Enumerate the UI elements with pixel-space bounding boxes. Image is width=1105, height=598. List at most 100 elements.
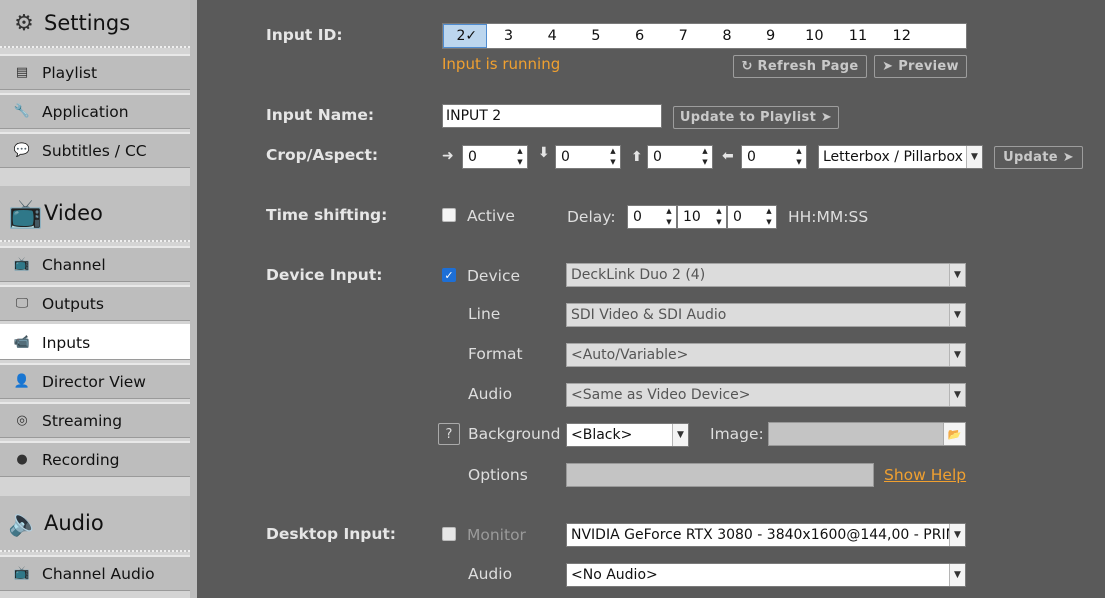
- crop-left-stepper[interactable]: 0 ▲ ▼: [741, 145, 807, 169]
- monitor-select[interactable]: NVIDIA GeForce RTX 3080 - 3840x1600@144,…: [566, 523, 966, 547]
- delay-format-label: HH:MM:SS: [788, 208, 869, 226]
- crop-aspect-label: Crop/Aspect:: [266, 146, 379, 164]
- input-name-field[interactable]: INPUT 2: [442, 104, 662, 128]
- rss-icon: ◎: [16, 413, 28, 428]
- desktop-audio-select[interactable]: <No Audio> ▼: [566, 563, 966, 587]
- stepper-arrows-icon[interactable]: ▲ ▼: [664, 207, 674, 227]
- input-id-4[interactable]: 4: [530, 24, 574, 48]
- stepper-arrows-icon[interactable]: ▲ ▼: [764, 207, 774, 227]
- delay-seconds-stepper[interactable]: 0 ▲ ▼: [727, 205, 777, 229]
- camera-icon: 📹: [13, 335, 31, 350]
- stepper-arrows-icon[interactable]: ▲ ▼: [714, 207, 724, 227]
- audio-section-title: Audio: [44, 511, 104, 535]
- folder-open-icon[interactable]: 📂: [943, 423, 965, 445]
- delay-hours-stepper[interactable]: 0 ▲ ▼: [627, 205, 677, 229]
- arrow-left-icon: ⬅: [722, 148, 734, 164]
- background-select[interactable]: <Black> ▼: [566, 423, 689, 447]
- format-label: Format: [468, 345, 523, 363]
- sidebar-item-label: Playlist: [42, 63, 98, 82]
- desktop-input-label: Desktop Input:: [266, 525, 397, 543]
- monitor-checkbox[interactable]: [442, 527, 456, 541]
- sidebar-item-channel-audio[interactable]: 📺 Channel Audio: [0, 555, 190, 591]
- sidebar-item-streaming[interactable]: ◎ Streaming: [0, 402, 190, 438]
- sidebar-item-label: Application: [42, 102, 129, 121]
- input-id-label: Input ID:: [266, 26, 343, 44]
- input-id-11[interactable]: 11: [836, 24, 880, 48]
- device-audio-select-value: <Same as Video Device>: [571, 387, 751, 403]
- device-input-label: Device Input:: [266, 266, 383, 284]
- sidebar-item-recording[interactable]: ● Recording: [0, 441, 190, 477]
- delay-hours-value: 0: [633, 209, 642, 225]
- sidebar-item-label: Channel Audio: [42, 564, 155, 583]
- input-id-10[interactable]: 10: [793, 24, 837, 48]
- sidebar-item-playlist[interactable]: ▤ Playlist: [0, 54, 190, 90]
- audio-label: Audio: [468, 385, 513, 403]
- crop-down-value: 0: [561, 149, 570, 165]
- crop-right-value: 0: [468, 149, 477, 165]
- options-label: Options: [468, 466, 528, 484]
- arrow-up-icon: ⬆: [631, 149, 643, 165]
- show-help-link[interactable]: Show Help: [884, 466, 966, 484]
- person-icon: 👤: [13, 374, 31, 389]
- device-audio-select[interactable]: <Same as Video Device> ▼: [566, 383, 966, 407]
- refresh-page-button[interactable]: ↻ Refresh Page: [733, 55, 867, 78]
- sidebar-item-label: Outputs: [42, 294, 104, 313]
- sidebar-item-director-view[interactable]: 👤 Director View: [0, 363, 190, 399]
- sidebar-item-label: Director View: [42, 372, 146, 391]
- monitor-icon: 🖵: [15, 296, 29, 311]
- options-field[interactable]: [566, 463, 874, 487]
- update-to-playlist-button[interactable]: Update to Playlist ➤: [673, 106, 839, 129]
- crop-left-value: 0: [747, 149, 756, 165]
- delay-label: Delay:: [567, 208, 616, 226]
- preview-button[interactable]: ➤ Preview: [874, 55, 967, 78]
- help-question-button[interactable]: ?: [438, 423, 460, 445]
- delay-minutes-stepper[interactable]: 10 ▲ ▼: [677, 205, 727, 229]
- input-id-selector: 1✓ 2✓ 3 4 5 6 7 8 9 10 11 12: [442, 23, 967, 49]
- stepper-arrows-icon[interactable]: ▲ ▼: [794, 147, 804, 167]
- input-id-8[interactable]: 8: [705, 24, 749, 48]
- image-label: Image:: [710, 425, 764, 443]
- sidebar-item-label: Streaming: [42, 411, 123, 430]
- crop-up-stepper[interactable]: 0 ▲ ▼: [647, 145, 713, 169]
- sidebar-item-channel[interactable]: 📺 Channel: [0, 246, 190, 282]
- tv-icon: 📺: [8, 196, 43, 230]
- sidebar-item-application[interactable]: 🔧 Application: [0, 93, 190, 129]
- gear-icon: ⚙: [14, 10, 34, 36]
- sidebar-item-outputs[interactable]: 🖵 Outputs: [0, 285, 190, 321]
- input-id-2[interactable]: 2✓: [443, 24, 487, 48]
- tv-small-icon: 📺: [13, 257, 31, 272]
- chevron-down-icon: ▼: [949, 304, 965, 326]
- sidebar-item-label: Inputs: [42, 333, 91, 352]
- aspect-mode-select[interactable]: Letterbox / Pillarbox ▼: [818, 145, 983, 169]
- time-shift-active-checkbox[interactable]: [442, 208, 456, 222]
- record-dot-icon: ●: [16, 452, 28, 467]
- sidebar-item-inputs[interactable]: 📹 Inputs: [0, 324, 190, 360]
- input-status: Input is running: [442, 55, 561, 73]
- sidebar-item-subtitles[interactable]: 💬 Subtitles / CC: [0, 132, 190, 168]
- input-name-label: Input Name:: [266, 106, 375, 124]
- image-path-field[interactable]: 📂: [768, 422, 966, 446]
- line-select[interactable]: SDI Video & SDI Audio ▼: [566, 303, 966, 327]
- delay-minutes-value: 10: [683, 209, 701, 225]
- input-id-6[interactable]: 6: [618, 24, 662, 48]
- sidebar-item-label: Channel: [42, 255, 106, 274]
- line-label: Line: [468, 305, 501, 323]
- arrow-right-icon: ➜: [442, 148, 454, 164]
- crop-right-stepper[interactable]: 0 ▲ ▼: [462, 145, 528, 169]
- background-label: Background: [468, 425, 561, 443]
- desktop-audio-select-value: <No Audio>: [571, 567, 658, 583]
- crop-update-button[interactable]: Update ➤: [994, 146, 1083, 169]
- format-select[interactable]: <Auto/Variable> ▼: [566, 343, 966, 367]
- stepper-arrows-icon[interactable]: ▲ ▼: [515, 147, 525, 167]
- stepper-arrows-icon[interactable]: ▲ ▼: [608, 147, 618, 167]
- input-id-3[interactable]: 3: [487, 24, 531, 48]
- input-id-12[interactable]: 12: [880, 24, 924, 48]
- stepper-arrows-icon[interactable]: ▲ ▼: [700, 147, 710, 167]
- input-id-5[interactable]: 5: [574, 24, 618, 48]
- crop-down-stepper[interactable]: 0 ▲ ▼: [555, 145, 621, 169]
- device-select[interactable]: DeckLink Duo 2 (4) ▼: [566, 263, 966, 287]
- device-checkbox[interactable]: ✓: [442, 268, 456, 282]
- chevron-down-icon: ▼: [949, 524, 965, 546]
- input-id-9[interactable]: 9: [749, 24, 793, 48]
- input-id-7[interactable]: 7: [661, 24, 705, 48]
